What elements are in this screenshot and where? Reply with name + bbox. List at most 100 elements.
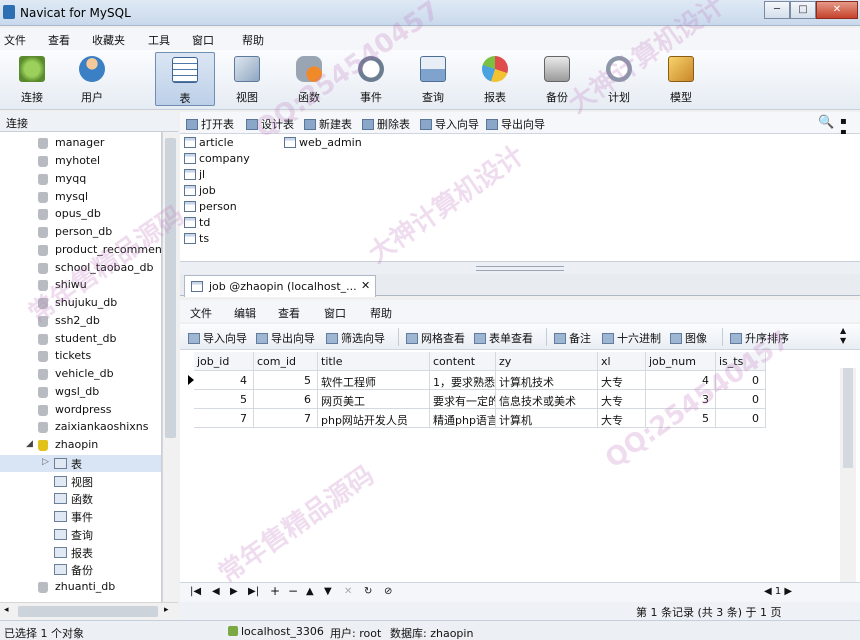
import-wizard-button[interactable]: 导入向导	[420, 116, 479, 132]
expand-arrow-icon[interactable]: ▷	[42, 457, 49, 467]
tree-db-manager[interactable]: manager	[0, 135, 161, 152]
export-wizard-button[interactable]: 导出向导	[486, 116, 545, 132]
cancel-button[interactable]: ✕	[344, 586, 352, 597]
cell-xl[interactable]: 大专	[598, 390, 646, 409]
menu-help[interactable]: 帮助	[242, 32, 264, 48]
cell-title[interactable]: 网页美工	[318, 390, 430, 409]
tree-db-mysql[interactable]: mysql	[0, 189, 161, 206]
cell-job_id[interactable]: 4	[194, 371, 254, 390]
cell-zy[interactable]: 计算机技术	[496, 371, 598, 390]
sort-ascending-button[interactable]: 升序排序	[730, 330, 789, 346]
cell-xl[interactable]: 大专	[598, 409, 646, 428]
table-item-person[interactable]: person	[184, 200, 237, 213]
first-record-button[interactable]: |◀	[190, 586, 201, 597]
stop-icon[interactable]: ⊘	[384, 586, 392, 597]
cell-job_num[interactable]: 5	[646, 409, 716, 428]
tree-db-myhotel[interactable]: myhotel	[0, 153, 161, 170]
table-item-article[interactable]: article	[184, 136, 234, 149]
tree-db-tickets[interactable]: tickets	[0, 348, 161, 365]
tree-db-person_db[interactable]: person_db	[0, 224, 161, 241]
connection-tree[interactable]: manager myhotel myqq mysql opus_db perso…	[0, 132, 162, 602]
cell-job_num[interactable]: 4	[646, 371, 716, 390]
column-header-com_id[interactable]: com_id	[254, 352, 318, 371]
previous-record-button[interactable]: ◀	[212, 586, 220, 597]
design-table-button[interactable]: 设计表	[246, 116, 294, 132]
inner-menu-view[interactable]: 查看	[278, 305, 300, 321]
tree-horizontal-scrollbar[interactable]: ◂ ▸	[0, 602, 178, 620]
tree-db-myqq[interactable]: myqq	[0, 171, 161, 188]
tree-db-opus_db[interactable]: opus_db	[0, 206, 161, 223]
scrollbar-thumb[interactable]	[165, 138, 176, 438]
tree-db-zhaopin[interactable]: ◢ zhaopin	[0, 437, 161, 454]
tree-vertical-scrollbar[interactable]	[162, 132, 178, 602]
cell-content[interactable]: 1，要求熟悉	[430, 371, 496, 390]
tree-db-product_recommend[interactable]: product_recommend	[0, 242, 161, 259]
tree-db-wordpress[interactable]: wordpress	[0, 402, 161, 419]
toolbar-overflow-icon[interactable]: ▲ ▼	[840, 326, 846, 346]
inner-menu-file[interactable]: 文件	[190, 305, 212, 321]
discard-changes-button[interactable]: ▼	[324, 586, 332, 597]
scroll-left-arrow-icon[interactable]: ◂	[4, 605, 9, 615]
table-item-jl[interactable]: jl	[184, 168, 205, 181]
cell-is_ts[interactable]: 0	[716, 390, 766, 409]
tree-db-zaixiankaoshixns[interactable]: zaixiankaoshixns	[0, 419, 161, 436]
table-item-job[interactable]: job	[184, 184, 216, 197]
menu-window[interactable]: 窗口	[192, 32, 214, 48]
tree-db-school_taobao_db[interactable]: school_taobao_db	[0, 260, 161, 277]
tree-db-student_db[interactable]: student_db	[0, 331, 161, 348]
splitter-grip[interactable]	[476, 266, 564, 271]
tree-db-zhuanti_db[interactable]: zhuanti_db	[0, 579, 161, 596]
column-header-zy[interactable]: zy	[496, 352, 598, 371]
inner-menu-window[interactable]: 窗口	[324, 305, 346, 321]
cell-title[interactable]: 软件工程师	[318, 371, 430, 390]
toolbar-query-button[interactable]: 查询	[403, 52, 463, 106]
scrollbar-thumb[interactable]	[18, 606, 158, 617]
cell-is_ts[interactable]: 0	[716, 371, 766, 390]
scrollbar-thumb[interactable]	[843, 368, 853, 468]
toolbar-schedule-button[interactable]: 计划	[589, 52, 649, 106]
inner-menu-edit[interactable]: 编辑	[234, 305, 256, 321]
scroll-right-arrow-icon[interactable]: ▸	[164, 605, 169, 615]
toolbar-model-button[interactable]: 模型	[651, 52, 711, 106]
table-item-td[interactable]: td	[184, 216, 210, 229]
data-grid[interactable]: job_id com_id title content zy xl job_nu…	[180, 350, 860, 582]
collapse-arrow-icon[interactable]: ◢	[26, 439, 33, 449]
cell-content[interactable]: 要求有一定的	[430, 390, 496, 409]
tree-zhaopin-backups[interactable]: 备份	[0, 561, 161, 578]
toolbar-connect-button[interactable]: 连接	[2, 52, 62, 106]
tree-zhaopin-functions[interactable]: 函数	[0, 490, 161, 507]
grid-view-button[interactable]: 网格查看	[406, 330, 465, 346]
toolbar-table-button[interactable]: 表	[155, 52, 215, 106]
delete-table-button[interactable]: 删除表	[362, 116, 410, 132]
form-view-button[interactable]: 表单查看	[474, 330, 533, 346]
toolbar-backup-button[interactable]: 备份	[527, 52, 587, 106]
column-header-job_id[interactable]: job_id	[194, 352, 254, 371]
new-table-button[interactable]: 新建表	[304, 116, 352, 132]
cell-com_id[interactable]: 6	[254, 390, 318, 409]
close-window-button[interactable]: ✕	[816, 1, 858, 19]
table-item-company[interactable]: company	[184, 152, 250, 165]
cell-title[interactable]: php网站开发人员	[318, 409, 430, 428]
close-tab-icon[interactable]: ✕	[361, 279, 370, 292]
open-table-button[interactable]: 打开表	[186, 116, 234, 132]
tree-zhaopin-views[interactable]: 视图	[0, 473, 161, 490]
tree-zhaopin-events[interactable]: 事件	[0, 508, 161, 525]
minimize-button[interactable]: ─	[764, 1, 790, 19]
next-record-button[interactable]: ▶	[230, 586, 238, 597]
tree-zhaopin-reports[interactable]: 报表	[0, 544, 161, 561]
cell-zy[interactable]: 信息技术或美术	[496, 390, 598, 409]
toolbar-view-button[interactable]: 视图	[217, 52, 277, 106]
column-header-content[interactable]: content	[430, 352, 496, 371]
menu-tools[interactable]: 工具	[148, 32, 170, 48]
toolbar-user-button[interactable]: 用户	[62, 52, 122, 106]
delete-record-button[interactable]: −	[288, 584, 298, 598]
apply-changes-button[interactable]: ▲	[306, 586, 314, 597]
column-header-job_num[interactable]: job_num	[646, 352, 716, 371]
grid-import-wizard-button[interactable]: 导入向导	[188, 330, 247, 346]
column-header-is_ts[interactable]: is_ts	[716, 352, 766, 371]
cell-content[interactable]: 精通php语言	[430, 409, 496, 428]
menu-favorites[interactable]: 收藏夹	[92, 32, 125, 48]
memo-button[interactable]: 备注	[554, 330, 591, 346]
tree-db-wgsl_db[interactable]: wgsl_db	[0, 384, 161, 401]
maximize-button[interactable]: □	[790, 1, 816, 19]
